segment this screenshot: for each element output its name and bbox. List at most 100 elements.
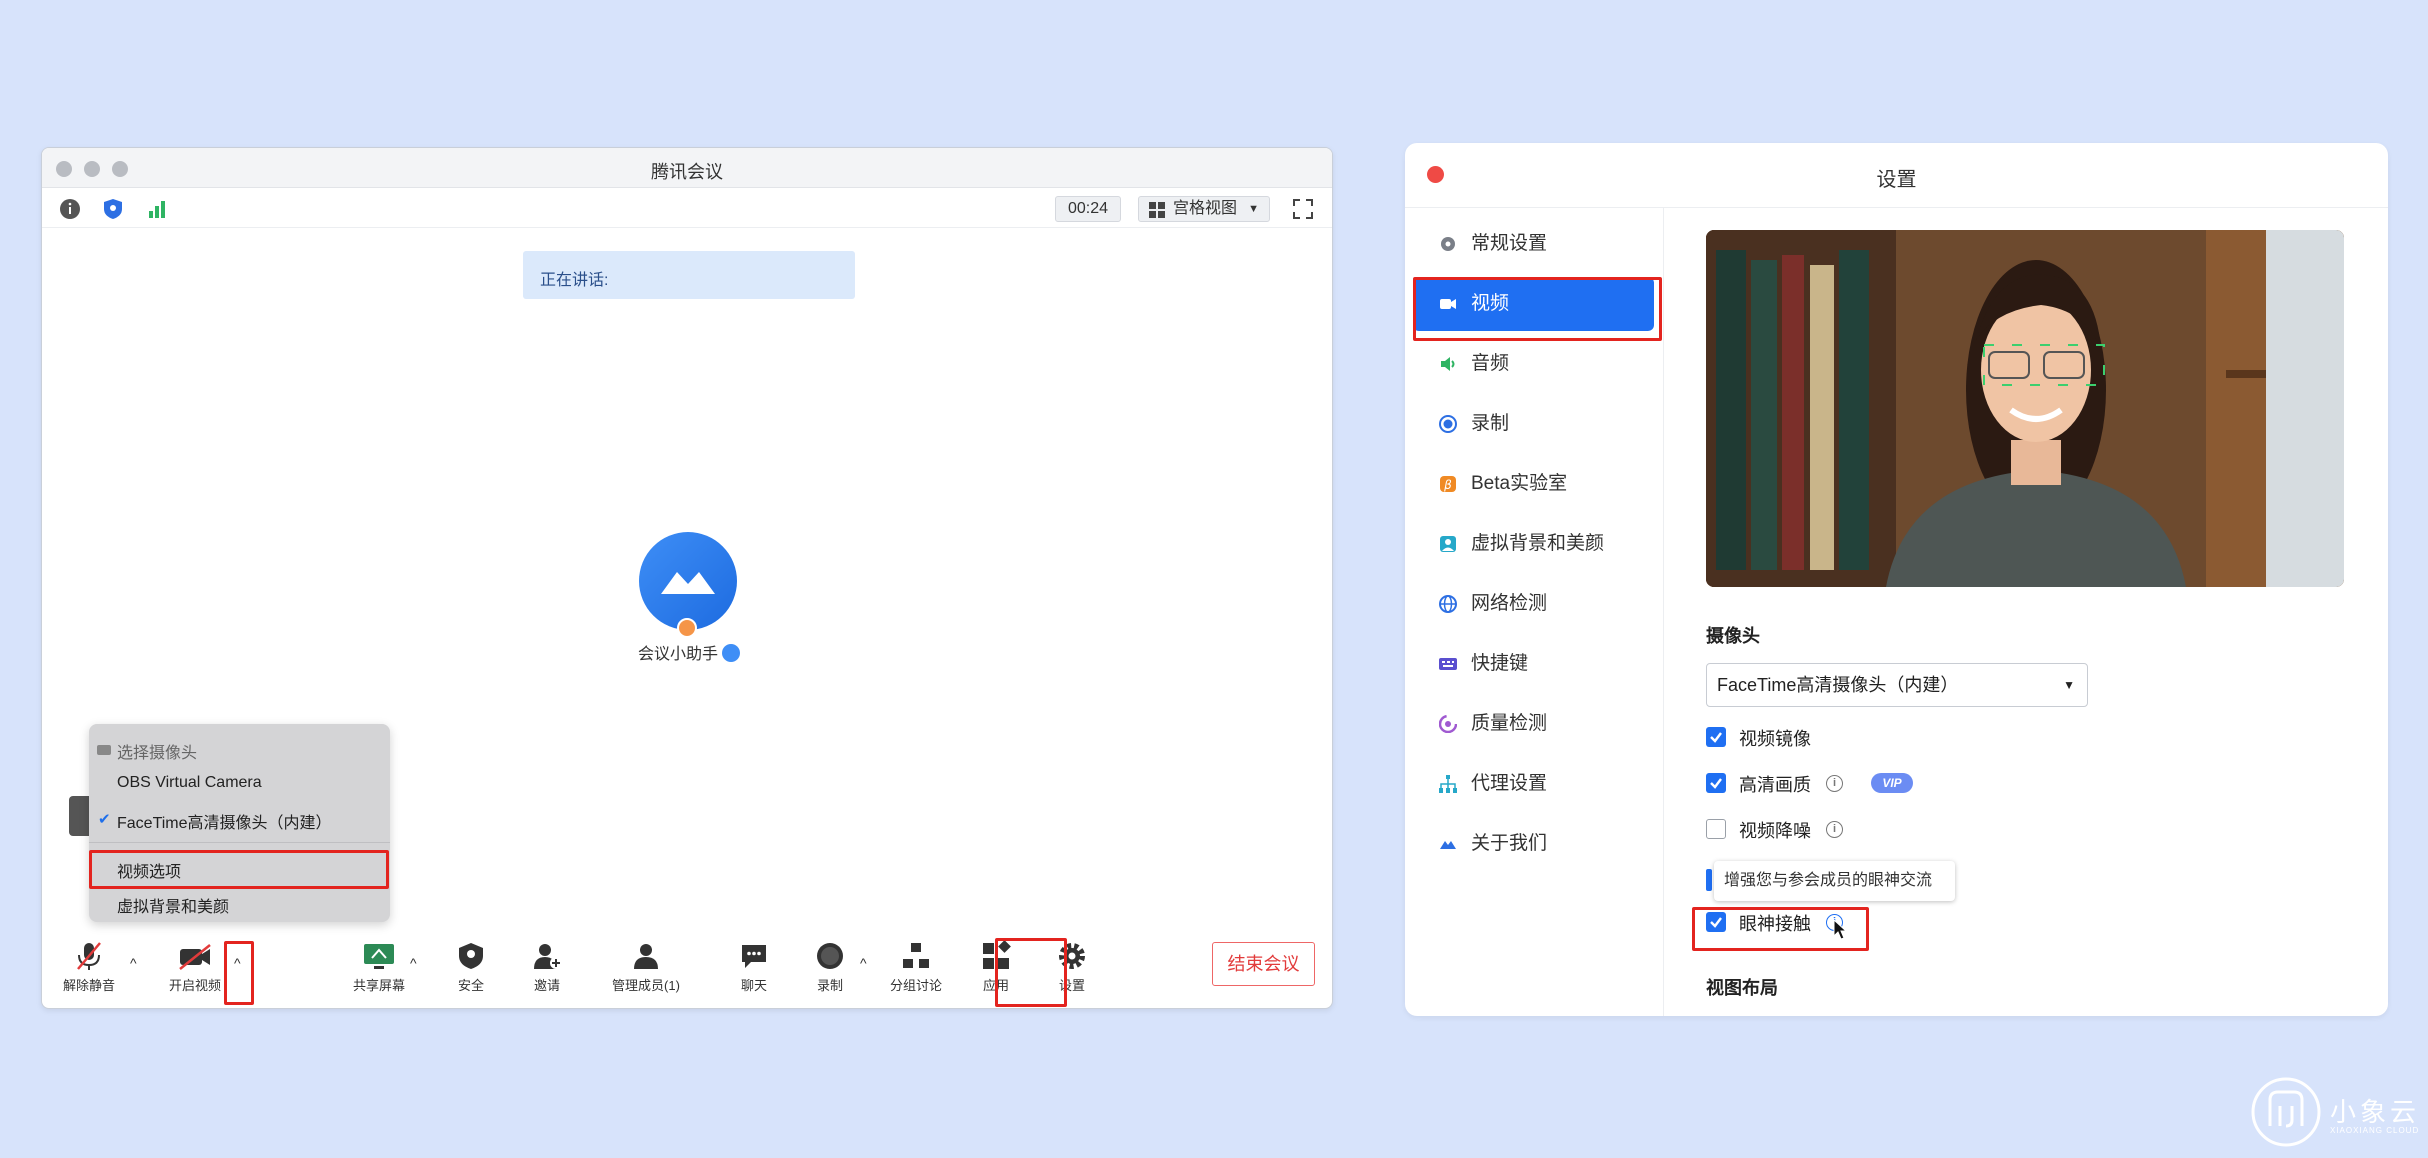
sidebar-item-3[interactable]: 录制 [1413,397,1654,451]
checkmark-icon: ✔ [98,811,111,828]
sidebar-item-2[interactable]: 音频 [1413,337,1654,391]
manage-members-button[interactable]: 管理成员(1) [591,941,701,994]
fullscreen-icon[interactable] [1290,196,1316,222]
sidebar-item-8[interactable]: 质量检测 [1413,697,1654,751]
keyboard-icon [1439,658,1457,670]
camera-select[interactable]: FaceTime高清摄像头（内建） ▼ [1706,663,2088,707]
hd-checkbox[interactable] [1706,773,1726,793]
settings-window: 设置 常规设置 视频 音频 录制 β Beta实验室 虚拟背景和美颜 网络检测 快捷键 质量检测代… [1405,143,2388,1016]
denoise-checkbox[interactable] [1706,819,1726,839]
highlight-settings-button [995,938,1067,1007]
chat-label: 聊天 [740,978,767,993]
chat-icon [742,945,766,968]
camera-preview-image [1706,230,2344,587]
highlight-video-options [89,850,389,889]
ai-badge-icon [722,644,741,662]
share-options-chevron-icon[interactable]: ^ [410,955,417,971]
invite-button[interactable]: 邀请 [512,941,582,994]
start-video-button[interactable]: 开启视频 [160,941,230,994]
check-icon [1710,732,1722,743]
mirror-checkbox[interactable] [1706,727,1726,747]
invite-label: 邀请 [533,978,560,993]
eye-contact-tooltip: 增强您与参会成员的眼神交流 [1714,861,1955,901]
muted-mic-icon [77,942,101,970]
caret-down-icon: ▼ [1248,203,1259,215]
camera-option-facetime[interactable]: FaceTime高清摄像头（内建） [117,809,332,833]
share-screen-label: 共享屏幕 [352,978,405,993]
chat-button[interactable]: 聊天 [719,941,789,994]
speaking-indicator: 正在讲话: [523,251,855,299]
settings-title: 设置 [1876,169,1917,191]
record-label: 录制 [816,978,843,993]
share-screen-button[interactable]: 共享屏幕 [344,941,414,994]
sidebar-item-label: 代理设置 [1471,773,1548,794]
members-icon [634,944,658,969]
caret-down-icon: ▼ [2063,678,2075,692]
info-icon[interactable]: i [1826,775,1843,792]
svg-text:β: β [1443,478,1452,492]
info-icon[interactable]: i [1826,821,1843,838]
settings-title-bar: 设置 [1405,143,2388,208]
grid-view-icon [1149,202,1165,218]
globe-icon [1439,595,1457,613]
record-icon [817,943,843,969]
record-options-chevron-icon[interactable]: ^ [860,955,867,971]
camera-section-title: 摄像头 [1706,626,1760,646]
signal-strength-icon[interactable] [146,198,168,220]
gear-icon [1441,237,1455,251]
end-meeting-button[interactable]: 结束会议 [1212,942,1315,986]
sidebar-item-label: 录制 [1471,413,1510,434]
beta-icon: β [1440,476,1456,492]
sidebar-item-9[interactable]: 代理设置 [1413,757,1654,811]
sidebar-item-6[interactable]: 网络检测 [1413,577,1654,631]
sidebar-item-label: 质量检测 [1471,713,1548,734]
layout-section-title: 视图布局 [1706,978,1778,998]
brand-name: 小象云 [2330,1097,2421,1127]
camera-preview [1706,230,2344,587]
record-button[interactable]: 录制 [795,941,865,994]
unmute-button[interactable]: 解除静音 [54,941,124,994]
camera-menu-header: 选择摄像头 [117,745,198,762]
assistant-name: 会议小助手 [638,640,741,664]
highlight-video-nav [1413,277,1662,341]
security-button[interactable]: 安全 [436,941,506,994]
breakout-button[interactable]: 分组讨论 [881,941,951,994]
security-shield-icon[interactable] [102,198,124,220]
meeting-logo-icon [1440,841,1456,849]
sidebar-item-label: 虚拟背景和美颜 [1471,533,1605,554]
network-tree-icon [1439,775,1457,793]
meeting-timer: 00:24 [1055,196,1121,222]
sidebar-item-7[interactable]: 快捷键 [1413,637,1654,691]
breakout-icon [903,943,929,968]
hd-label: 高清画质 [1739,775,1811,795]
speaker-icon [1441,357,1455,371]
brand-subtitle: XIAOXIANG CLOUD [2330,1126,2420,1135]
sidebar-item-4[interactable]: β Beta实验室 [1413,457,1654,511]
sidebar-item-5[interactable]: 虚拟背景和美颜 [1413,517,1654,571]
meeting-title-bar: 腾讯会议 [42,148,1332,188]
sidebar-item-0[interactable]: 常规设置 [1413,217,1654,271]
assistant-name-text: 会议小助手 [638,646,719,663]
menu-divider [89,842,390,843]
sidebar-item-label: 音频 [1471,353,1510,374]
mirror-label: 视频镜像 [1739,729,1811,749]
sidebar-item-label: 网络检测 [1471,593,1548,614]
info-icon[interactable] [59,198,81,220]
meeting-window: 腾讯会议 00:24 宫格视图 ▼ 正在讲话: 会议小助手 选择摄像头 OBS [41,147,1333,1009]
camera-option-obs[interactable]: OBS Virtual Camera [117,774,262,792]
meeting-top-toolbar: 00:24 宫格视图 ▼ [42,188,1332,228]
highlight-video-chevron [224,941,254,1005]
camera-select-value: FaceTime高清摄像头（内建） [1717,675,1959,695]
security-label: 安全 [457,978,484,993]
virtual-background-item[interactable]: 虚拟背景和美颜 [117,893,229,917]
add-user-icon [534,944,562,969]
meeting-logo-icon [661,572,715,594]
view-mode-dropdown[interactable]: 宫格视图 ▼ [1138,196,1270,222]
hidden-checkbox[interactable] [1706,869,1712,891]
camera-menu: 选择摄像头 OBS Virtual Camera ✔ FaceTime高清摄像头… [89,724,390,922]
user-badge-icon [677,618,697,638]
denoise-label: 视频降噪 [1739,821,1811,841]
sidebar-item-label: 常规设置 [1471,233,1548,254]
audio-options-chevron-icon[interactable]: ^ [130,955,137,971]
sidebar-item-10[interactable]: 关于我们 [1413,817,1654,871]
